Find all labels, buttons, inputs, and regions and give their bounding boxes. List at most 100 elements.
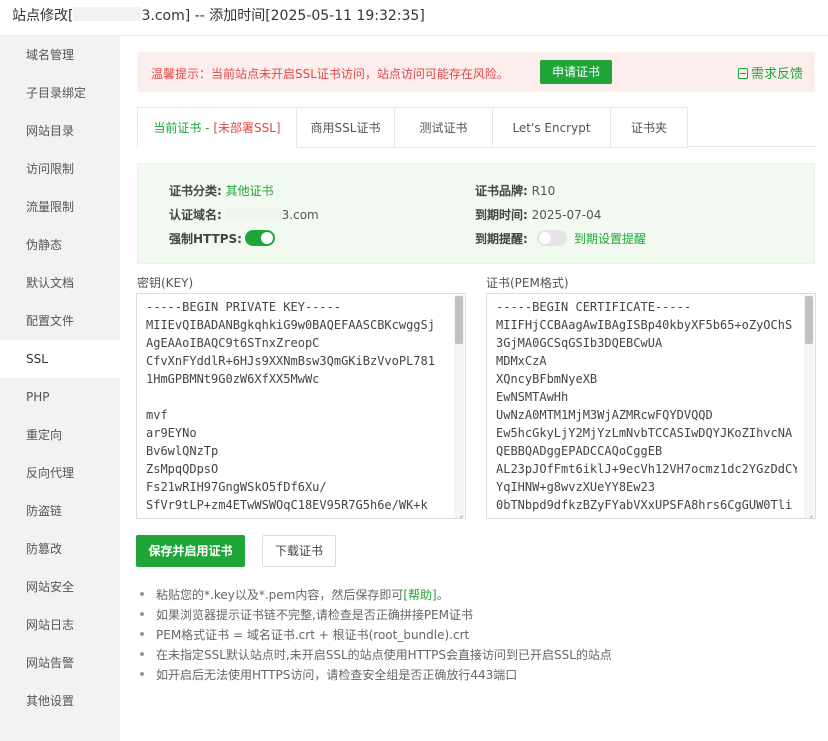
- tab-cert-folder[interactable]: 证书夹: [611, 107, 688, 148]
- info-brand: 证书品牌: R10: [475, 182, 555, 199]
- sidebar-item-php[interactable]: PHP: [0, 378, 120, 416]
- bullet-icon: [140, 632, 144, 636]
- key-line: MIIEvQIBADANBgkqhkiG9w0BAQEFAASCBKcwggSj: [146, 318, 435, 332]
- key-line: ZsMpqQDpsO: [146, 462, 219, 476]
- sidebar-item-site-dir[interactable]: 网站目录: [0, 112, 120, 150]
- sidebar-item-security[interactable]: 网站安全: [0, 568, 120, 606]
- cert-line: UwNzA0MTM1MjM3WjAZMRcwFQYDVQQD: [496, 408, 713, 422]
- key-line: -----BEGIN PRIVATE KEY-----: [146, 300, 342, 314]
- key-line: [146, 388, 447, 406]
- redacted-cert-domain: [225, 208, 282, 220]
- sidebar-item-subdir[interactable]: 子目录绑定: [0, 74, 120, 112]
- cert-line: MDMxCzA: [496, 354, 547, 368]
- bullet-icon: [140, 672, 144, 676]
- expire-value: 2025-07-04: [531, 208, 602, 222]
- title-suffix: 3.com] -- 添加时间[2025-05-11 19:32:35]: [141, 8, 425, 24]
- certificate-textarea[interactable]: -----BEGIN CERTIFICATE----- MIIFHjCCBAag…: [486, 293, 816, 519]
- bullet-icon: [140, 652, 144, 656]
- key-scrollbar[interactable]: [454, 295, 464, 518]
- sidebar-item-tamper[interactable]: 防篡改: [0, 530, 120, 568]
- key-scroll-thumb[interactable]: [455, 296, 463, 344]
- cert-line: Ew5hcGkyLjY2MjYzLmNvbTCCASIwDQYJKoZIhvcN…: [496, 426, 793, 440]
- sidebar-item-rewrite[interactable]: 伪静态: [0, 226, 120, 264]
- title-prefix: 站点修改[: [12, 8, 74, 24]
- brand-label: 证书品牌:: [475, 184, 528, 198]
- key-line: Fs21wRIH97GngWSkO5fDf6Xu/: [146, 480, 327, 494]
- expire-remind-toggle[interactable]: [537, 230, 567, 246]
- tip-1-end: 。: [436, 588, 449, 602]
- sidebar: 域名管理 子目录绑定 网站目录 访问限制 流量限制 伪静态 默认文档 配置文件 …: [0, 36, 120, 741]
- tip-4-text: 在未指定SSL默认站点时,未开启SSL的站点使用HTTPS会直接访问到已开启SS…: [156, 648, 612, 662]
- save-enable-cert-button[interactable]: 保存并启用证书: [136, 535, 245, 567]
- cert-resize-handle[interactable]: [806, 509, 814, 517]
- window-title: 站点修改[ 3.com] -- 添加时间[2025-05-11 19:32:35]: [12, 5, 425, 25]
- sidebar-item-hotlink[interactable]: 防盗链: [0, 492, 120, 530]
- key-line: ar9EYNo: [146, 426, 197, 440]
- info-category: 证书分类: 其他证书: [169, 182, 274, 199]
- force-https-toggle[interactable]: [245, 230, 275, 246]
- tab-letsencrypt[interactable]: Let's Encrypt: [493, 107, 611, 148]
- feedback-link[interactable]: 需求反馈: [737, 63, 803, 82]
- key-line: mvf: [146, 408, 168, 422]
- sidebar-item-logs[interactable]: 网站日志: [0, 606, 120, 644]
- tab-commercial-ssl[interactable]: 商用SSL证书: [297, 107, 395, 148]
- cert-line: AL23pJOfFmt6iklJ+9ecVh12VH7ocmz1dc2YGzDd…: [496, 462, 797, 476]
- cert-line: XQncyBFbmNyeXB: [496, 372, 598, 386]
- sidebar-item-config[interactable]: 配置文件: [0, 302, 120, 340]
- https-label: 强制HTTPS:: [169, 232, 242, 246]
- alert-message: 温馨提示：当前站点未开启SSL证书访问，站点访问可能存在风险。: [151, 67, 509, 81]
- info-expire: 到期时间: 2025-07-04: [475, 206, 601, 223]
- redacted-domain: [73, 7, 142, 21]
- sidebar-item-reverse-proxy[interactable]: 反向代理: [0, 454, 120, 492]
- download-cert-button[interactable]: 下载证书: [262, 535, 336, 567]
- tab-test-cert[interactable]: 测试证书: [395, 107, 493, 148]
- tab-current-status: [未部署SSL]: [213, 121, 281, 135]
- bullet-icon: [140, 592, 144, 596]
- tip-3-text: PEM格式证书 = 域名证书.crt + 根证书(root_bundle).cr…: [156, 628, 470, 642]
- sidebar-item-ssl[interactable]: SSL: [0, 340, 120, 378]
- bullet-icon: [140, 612, 144, 616]
- key-line: 1HmGPBMNt9G0zW6XfXX5MwWc: [146, 372, 320, 386]
- cert-label: 证书(PEM格式): [486, 276, 569, 290]
- cert-line: EwNSMTAwHh: [496, 390, 569, 404]
- apply-cert-button[interactable]: 申请证书: [540, 60, 612, 84]
- remind-setting-link-wrap: 到期设置提醒: [574, 230, 646, 247]
- cert-line: QEBBQADggEPADCCAQoCggEB: [496, 444, 663, 458]
- tip-2-text: 如果浏览器提示证书链不完整,请检查是否正确拼接PEM证书: [156, 608, 473, 622]
- sidebar-item-alerts[interactable]: 网站告警: [0, 644, 120, 682]
- domain-label: 认证域名:: [169, 208, 222, 222]
- cert-scrollbar[interactable]: [804, 295, 814, 518]
- remind-label: 到期提醒:: [475, 232, 528, 246]
- tip-text: 粘贴您的*.key以及*.pem内容，然后保存即可[帮助]。: [156, 586, 449, 603]
- key-line: AgEAAoIBAQC9t6STnxZreopC: [146, 336, 320, 350]
- sidebar-item-access-limit[interactable]: 访问限制: [0, 150, 120, 188]
- help-link[interactable]: [帮助]: [403, 588, 436, 602]
- key-line: CfvXnFYddlR+6HJs9XXNmBsw3QmGKiBzVvoPL781: [146, 354, 435, 368]
- sidebar-item-redirect[interactable]: 重定向: [0, 416, 120, 454]
- cert-line: MIIFHjCCBAagAwIBAgISBp40kbyXF5b65+oZyOCh…: [496, 318, 793, 332]
- tip-5-text: 如开启后无法使用HTTPS访问，请检查安全组是否正确放行443端口: [156, 668, 518, 682]
- sidebar-item-other[interactable]: 其他设置: [0, 682, 120, 720]
- cert-info-box: 证书分类: 其他证书 证书品牌: R10 认证域名: 3.com 到期时间: 2…: [137, 163, 815, 264]
- info-https: 强制HTTPS:: [169, 230, 242, 247]
- cert-line: -----BEGIN CERTIFICATE-----: [496, 300, 692, 314]
- info-domain: 认证域名: 3.com: [169, 206, 319, 223]
- cert-scroll-thumb[interactable]: [805, 296, 813, 344]
- brand-value: R10: [531, 184, 556, 198]
- cert-tabs: 当前证书 - [未部署SSL] 商用SSL证书 测试证书 Let's Encry…: [137, 107, 815, 148]
- category-label: 证书分类:: [169, 184, 222, 198]
- tab-current-cert[interactable]: 当前证书 - [未部署SSL]: [137, 107, 297, 148]
- sidebar-item-traffic-limit[interactable]: 流量限制: [0, 188, 120, 226]
- remind-setting-link[interactable]: 到期设置提醒: [574, 232, 646, 246]
- cert-line: 3GjMA0GCSqGSIb3DQEBCwUA: [496, 336, 663, 350]
- info-remind: 到期提醒:: [475, 230, 528, 247]
- category-value: 其他证书: [225, 184, 274, 198]
- ssl-warning-alert: 温馨提示：当前站点未开启SSL证书访问，站点访问可能存在风险。 申请证书 需求反…: [137, 52, 815, 92]
- sidebar-item-domain[interactable]: 域名管理: [0, 36, 120, 74]
- key-line: SfVr9tLP+zm4ETwWSWOqC18EV95R7G5h6e/WK+k: [146, 498, 428, 512]
- key-resize-handle[interactable]: [456, 509, 464, 517]
- key-line: Bv6wlQNzTp: [146, 444, 219, 458]
- sidebar-item-default-doc[interactable]: 默认文档: [0, 264, 120, 302]
- tip-1-text: 粘贴您的*.key以及*.pem内容，然后保存即可: [156, 588, 404, 602]
- private-key-textarea[interactable]: -----BEGIN PRIVATE KEY----- MIIEvQIBADAN…: [136, 293, 466, 519]
